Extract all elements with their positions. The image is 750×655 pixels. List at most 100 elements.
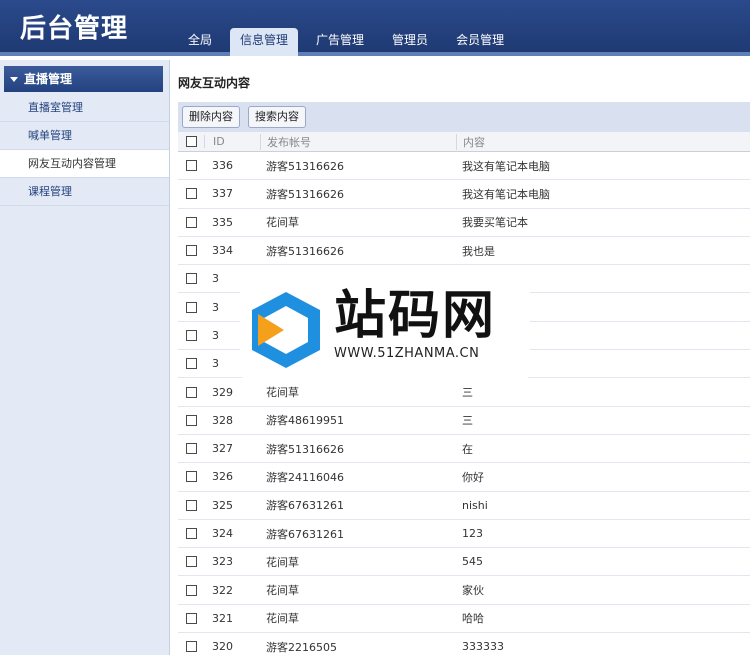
row-id: 327	[212, 442, 233, 456]
row-checkbox[interactable]	[185, 556, 197, 568]
row-content: 333333	[462, 640, 504, 654]
row-checkbox[interactable]	[185, 329, 197, 341]
nav-tab-2[interactable]: 广告管理	[306, 28, 374, 56]
watermark-name: 站码网	[334, 286, 497, 346]
row-content: 123	[462, 527, 483, 540]
row-account: 游客67631261	[266, 527, 344, 541]
table-row: 327 游客51316626 在	[178, 435, 750, 464]
row-checkbox[interactable]	[185, 528, 197, 539]
row-checkbox[interactable]	[185, 443, 197, 455]
table-row: 334 游客51316626 我也是	[178, 237, 750, 266]
row-account: 游客51316626	[266, 159, 344, 173]
row-id: 326	[212, 470, 233, 484]
row-checkbox[interactable]	[185, 471, 197, 483]
page-title: 网友互动内容	[178, 76, 251, 90]
table-row: 329 花间草 三	[178, 378, 750, 407]
row-content: 你好	[462, 470, 484, 484]
top-header: 后台管理 全局 信息管理 广告管理 管理员 会员管理	[0, 0, 750, 56]
delete-content-button[interactable]: 删除内容	[182, 106, 240, 128]
row-account: 花间草	[266, 612, 299, 626]
row-id: 325	[212, 498, 233, 512]
sidebar-section-live[interactable]: 直播管理	[4, 66, 163, 92]
row-id: 335	[212, 215, 233, 229]
row-account: 游客48619951	[266, 414, 344, 428]
column-header-id: ID	[204, 135, 260, 148]
content-table: ID 发布帐号 内容 336 游客51316626 我这有笔记本电脑 337 游客513…	[178, 132, 750, 655]
table-row: 322 花间草 家伙	[178, 576, 750, 605]
row-checkbox[interactable]	[185, 245, 197, 257]
nav-tab-3[interactable]: 管理员	[382, 28, 438, 56]
row-checkbox[interactable]	[185, 584, 197, 596]
row-account: 游客51316626	[266, 187, 344, 201]
caret-down-icon	[10, 76, 18, 82]
search-content-button[interactable]: 搜索内容	[248, 106, 306, 128]
row-account: 花间草	[266, 386, 299, 400]
sidebar: 直播管理 直播室管理 喊单管理 网友互动内容管理 课程管理	[0, 60, 170, 655]
table-row: 336 游客51316626 我这有笔记本电脑	[178, 152, 750, 181]
toolbar: 删除内容 搜索内容	[178, 102, 750, 132]
row-checkbox[interactable]	[185, 188, 197, 200]
row-content: 三	[462, 386, 473, 400]
table-row: 321 花间草 哈哈	[178, 605, 750, 634]
row-id: 320	[212, 640, 233, 654]
row-account: 游客51316626	[266, 442, 344, 456]
table-body: 336 游客51316626 我这有笔记本电脑 337 游客51316626 我这有笔记本…	[178, 152, 750, 655]
zhanma-logo-icon	[252, 292, 320, 368]
sidebar-list: 直播室管理 喊单管理 网友互动内容管理 课程管理	[0, 94, 169, 206]
sidebar-item-1[interactable]: 喊单管理	[0, 122, 169, 150]
column-header-content: 内容	[456, 133, 750, 150]
watermark: 站码网 WWW.51ZHANMA.CN	[240, 282, 530, 378]
row-content: 我要买笔记本	[462, 216, 528, 230]
row-content: 我这有笔记本电脑	[462, 187, 550, 201]
table-row: 335 花间草 我要买笔记本	[178, 209, 750, 237]
row-content: nishi	[462, 498, 488, 512]
sidebar-item-2[interactable]: 网友互动内容管理	[0, 150, 169, 178]
row-id: 324	[212, 527, 233, 540]
row-checkbox[interactable]	[185, 612, 197, 624]
sidebar-item-0[interactable]: 直播室管理	[0, 94, 169, 122]
row-content: 哈哈	[462, 612, 484, 626]
watermark-url: WWW.51ZHANMA.CN	[334, 346, 480, 361]
sidebar-section-label: 直播管理	[24, 72, 73, 86]
nav-tab-1[interactable]: 信息管理	[230, 28, 299, 56]
row-id: 337	[212, 187, 233, 201]
row-id: 334	[212, 244, 233, 258]
row-id: 328	[212, 413, 233, 427]
table-row: 323 花间草 545	[178, 548, 750, 577]
row-checkbox[interactable]	[185, 386, 197, 398]
row-checkbox[interactable]	[185, 414, 197, 426]
table-row: 328 游客48619951 三	[178, 407, 750, 435]
row-account: 游客24116046	[266, 470, 344, 484]
row-checkbox[interactable]	[185, 358, 197, 370]
row-content: 我这有笔记本电脑	[462, 159, 550, 173]
row-checkbox[interactable]	[185, 160, 197, 172]
row-checkbox[interactable]	[185, 216, 197, 228]
row-account: 花间草	[266, 555, 299, 569]
row-content: 我也是	[462, 244, 495, 258]
nav-tab-4[interactable]: 会员管理	[446, 28, 514, 56]
row-account: 游客51316626	[266, 244, 344, 258]
table-row: 320 游客2216505 333333	[178, 633, 750, 655]
row-content: 545	[462, 555, 483, 569]
row-account: 游客2216505	[266, 640, 337, 654]
row-content: 家伙	[462, 584, 484, 598]
row-id: 321	[212, 611, 233, 625]
top-nav: 全局 信息管理 广告管理 管理员 会员管理	[178, 28, 522, 56]
table-row: 326 游客24116046 你好	[178, 463, 750, 492]
row-checkbox[interactable]	[185, 273, 197, 285]
row-checkbox[interactable]	[185, 641, 197, 653]
row-account: 花间草	[266, 584, 299, 598]
column-header-account: 发布帐号	[260, 133, 456, 150]
row-checkbox[interactable]	[185, 499, 197, 511]
row-id: 322	[212, 583, 233, 597]
select-all-checkbox[interactable]	[185, 136, 197, 147]
nav-tab-0[interactable]: 全局	[178, 28, 222, 56]
row-checkbox[interactable]	[185, 301, 197, 313]
row-content: 三	[462, 414, 473, 428]
row-id: 329	[212, 385, 233, 399]
row-content: 在	[462, 442, 473, 456]
sidebar-item-3[interactable]: 课程管理	[0, 178, 169, 206]
table-row: 325 游客67631261 nishi	[178, 492, 750, 520]
table-row: 337 游客51316626 我这有笔记本电脑	[178, 180, 750, 209]
row-account: 花间草	[266, 216, 299, 230]
